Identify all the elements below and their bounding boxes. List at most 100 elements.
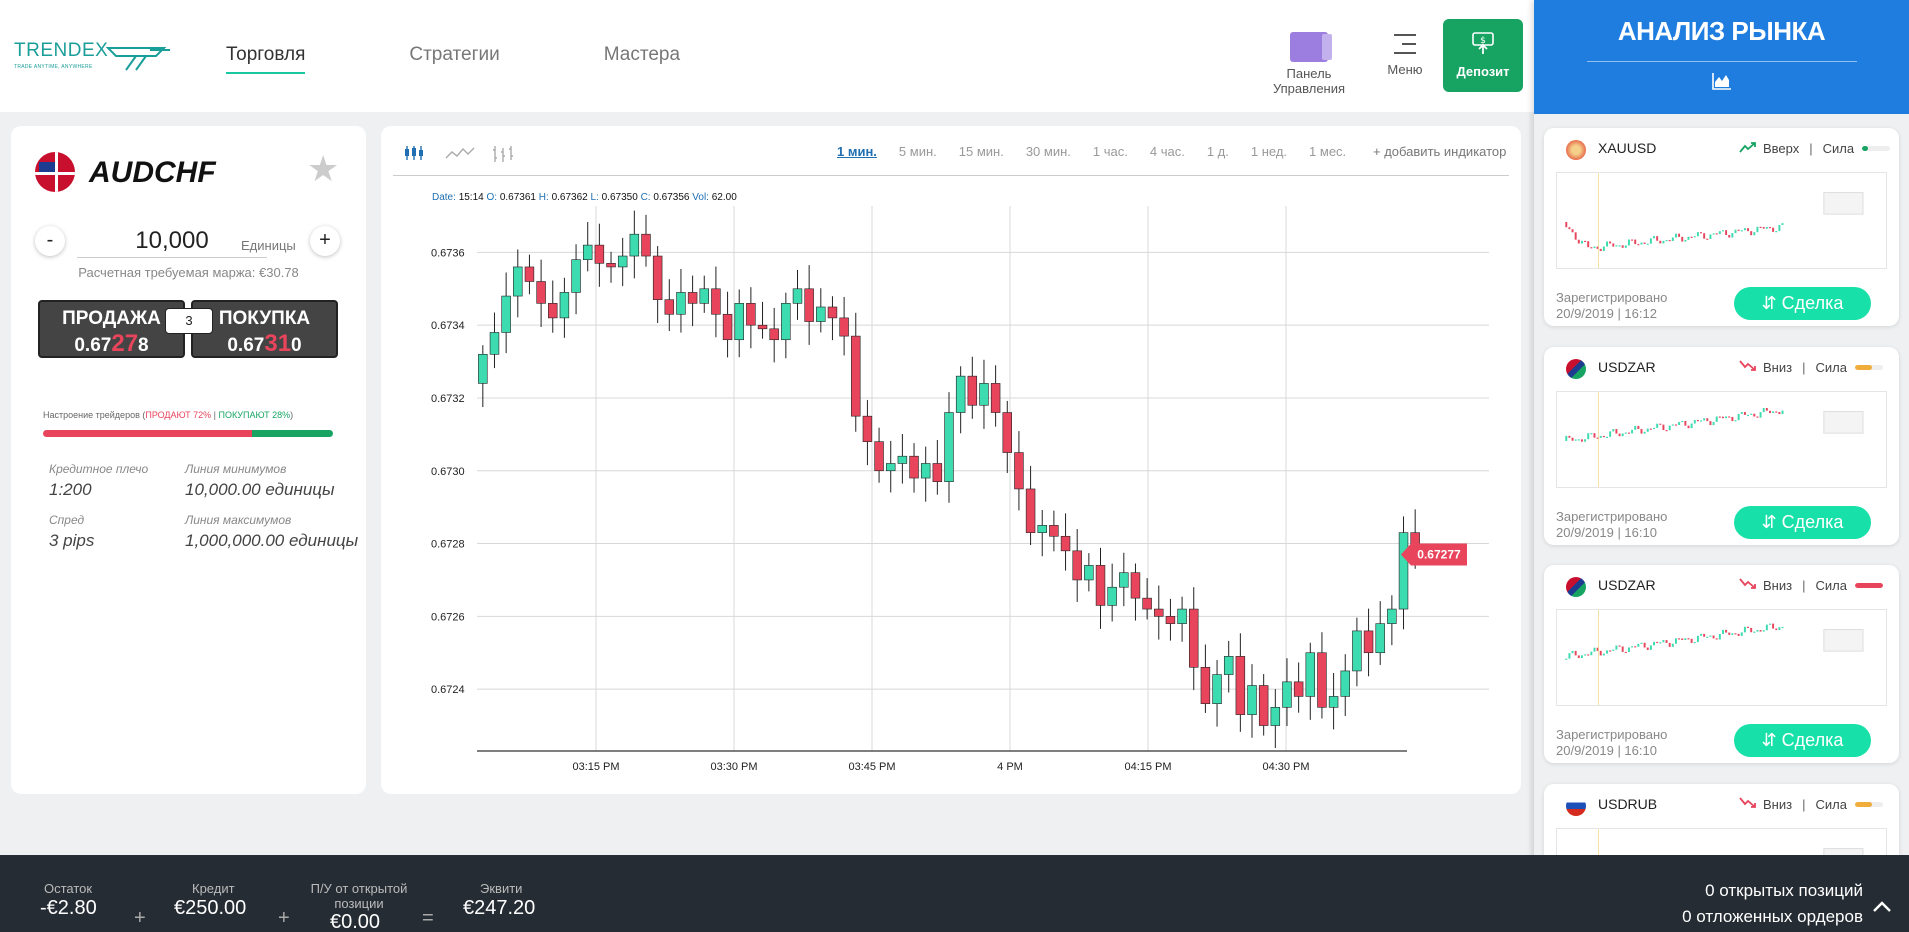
trade-button[interactable]: ⇵ Сделка (1734, 287, 1871, 320)
timeframe-4h[interactable]: 4 час. (1150, 144, 1185, 159)
candle-body (594, 244, 605, 264)
control-panel-link[interactable]: Панель Управления (1250, 32, 1368, 96)
trade-button[interactable]: ⇵ Сделка (1734, 506, 1871, 539)
sidebar-header: АНАЛИЗ РЫНКА (1534, 0, 1909, 114)
candle-body (734, 303, 744, 341)
candle-body (629, 233, 640, 257)
candle-body (1352, 630, 1362, 672)
signal-direction: Вниз (1763, 578, 1793, 593)
signal-strength-meter (1854, 802, 1883, 807)
candle-body (862, 415, 873, 442)
trade-button[interactable]: ⇵ Сделка (1734, 724, 1871, 757)
trend-down-icon (1739, 359, 1757, 376)
credit-value: €250.00 (174, 897, 247, 919)
candle-body (571, 259, 581, 293)
buy-button[interactable]: ПОКУПКА 0.67310 (191, 300, 338, 358)
signal-mini-chart[interactable] (1556, 609, 1887, 706)
candle-body (839, 317, 849, 337)
registered-label: Зарегистрировано (1556, 290, 1668, 305)
main-nav: Торговля Стратегии Мастера (226, 44, 784, 74)
registered-date: 20/9/2019 | 16:10 (1556, 743, 1657, 758)
candle-body (827, 306, 838, 319)
timeframe-1h[interactable]: 1 час. (1093, 144, 1128, 159)
chart-panel: 1 мин. 5 мин. 15 мин. 30 мин. 1 час. 4 ч… (381, 126, 1521, 794)
deposit-button[interactable]: $ Депозит (1443, 19, 1523, 92)
currency-flag-icon (1566, 796, 1586, 816)
quantity-decrease-button[interactable]: - (35, 226, 65, 256)
timeframe-15m[interactable]: 15 мин. (959, 144, 1004, 159)
signal-mini-chart[interactable] (1556, 391, 1887, 488)
nav-item-masters[interactable]: Мастера (604, 44, 680, 74)
timeframe-1mo[interactable]: 1 мес. (1309, 144, 1346, 159)
area-chart-icon[interactable] (1534, 72, 1909, 95)
candle-body (1154, 608, 1164, 617)
timeframe-1d[interactable]: 1 д. (1207, 144, 1229, 159)
signal-strength-label: Сила (1815, 797, 1847, 812)
brand-logo[interactable]: TRENDEX TRADE ANYTIME, ANYWHERE (14, 40, 170, 74)
signal-card: USDZAR Вниз | Сила Зарегистрировано 20/9/2019… (1544, 347, 1899, 545)
brand-name: TRENDEX (14, 40, 109, 61)
signal-card: USDZAR Вниз | Сила Зарегистрировано 20/9/2019… (1544, 565, 1899, 763)
favorite-star-icon[interactable]: ★ (307, 148, 339, 190)
candle-body (548, 303, 558, 319)
timeframe-5m[interactable]: 5 мин. (899, 144, 937, 159)
add-indicator-button[interactable]: + добавить индикатор (1373, 144, 1506, 159)
candle-body (687, 292, 698, 304)
quantity-input[interactable] (77, 224, 267, 258)
brand-mark-icon (106, 47, 170, 71)
quantity-increase-button[interactable]: + (310, 226, 340, 256)
chevron-up-icon[interactable] (1872, 893, 1892, 919)
candle-body (851, 335, 861, 417)
min-lot-value: 10,000.00 единицы (185, 480, 335, 499)
timeframe-1w[interactable]: 1 нед. (1251, 144, 1287, 159)
account-footer: Остаток -€2.80 + Кредит €250.00 + П/У от… (0, 855, 1909, 932)
ohlc-readout: Date: 15:14 O: 0.67361 H: 0.67362 L: 0.6… (432, 192, 737, 203)
pending-orders-count[interactable]: 0 отложенных ордеров (1682, 907, 1863, 927)
line-chart-icon[interactable] (445, 144, 475, 167)
candle-body (1189, 608, 1199, 668)
hamburger-icon (1394, 34, 1416, 54)
signal-strength-label: Сила (1815, 578, 1847, 593)
candle-body (967, 375, 978, 406)
y-tick-label: 0.6730 (431, 466, 465, 478)
min-lot-label: Линия минимумов (185, 462, 287, 476)
candle-body (1025, 488, 1036, 533)
menu-button[interactable]: Меню (1385, 34, 1425, 77)
signal-direction: Вверх (1763, 141, 1800, 156)
bar-chart-icon[interactable] (491, 144, 515, 169)
nav-item-strategies[interactable]: Стратегии (409, 44, 499, 74)
candle-body (1328, 696, 1339, 708)
price-chart[interactable]: 0.6736 0.6734 0.6732 0.6730 0.6728 0.6726 0.67… (381, 206, 1521, 794)
sell-button[interactable]: ПРОДАЖА 0.67278 (38, 300, 185, 358)
signal-trend: Вниз | Сила (1739, 796, 1883, 813)
signal-mini-chart[interactable] (1556, 172, 1887, 269)
candle-body (617, 255, 628, 268)
candle-body (1130, 572, 1141, 599)
y-tick-label: 0.6734 (431, 320, 465, 332)
timeframe-30m[interactable]: 30 мин. (1026, 144, 1071, 159)
signal-strength-label: Сила (1822, 141, 1855, 156)
timeframe-1m[interactable]: 1 мин. (837, 144, 877, 159)
y-tick-label: 0.6736 (431, 247, 465, 259)
candle-body (1317, 652, 1327, 708)
candle-body (1223, 656, 1234, 675)
signal-symbol: XAUUSD (1598, 140, 1657, 156)
candle-body (816, 306, 826, 322)
market-analysis-sidebar: АНАЛИЗ РЫНКА XAUUSD Вверх | Сила Зарегистрир… (1534, 0, 1909, 932)
candle-body (1212, 674, 1222, 704)
x-tick-label: 4 PM (997, 761, 1023, 773)
candle-body (990, 383, 1001, 413)
deposit-label: Депозит (1456, 64, 1510, 79)
currency-flag-icon (1566, 140, 1586, 160)
trend-up-icon (1739, 140, 1757, 157)
candlestick-chart-icon[interactable] (403, 144, 425, 167)
candle-body (1235, 656, 1246, 715)
candle-body (1095, 565, 1106, 606)
aud-flag-icon (35, 152, 75, 192)
signal-symbol: USDRUB (1598, 796, 1658, 812)
nav-item-trading[interactable]: Торговля (226, 44, 306, 74)
trend-down-icon (1739, 577, 1757, 594)
open-positions-count[interactable]: 0 открытых позиций (1705, 881, 1863, 901)
last-price-label: 0.67277 (1417, 547, 1461, 561)
candle-body (1002, 412, 1013, 453)
